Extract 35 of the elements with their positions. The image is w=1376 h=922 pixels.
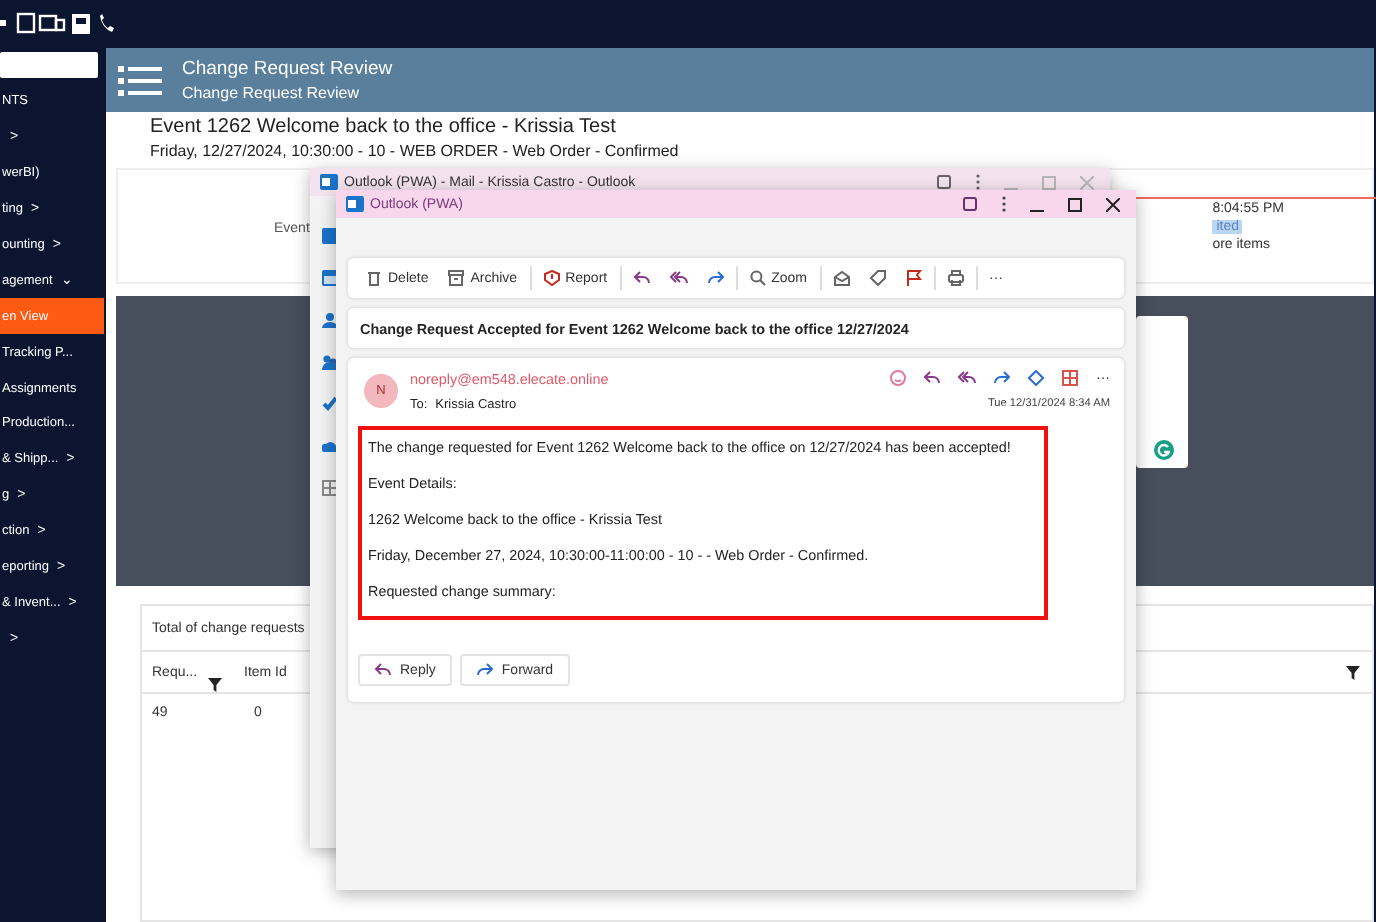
- reply-all-icon[interactable]: [958, 370, 976, 386]
- smiley-icon[interactable]: [890, 370, 906, 386]
- printer-icon: [947, 270, 963, 286]
- search-field[interactable]: [0, 52, 98, 78]
- event-title: Event 1262 Welcome back to the office - Krissia Test: [150, 116, 618, 138]
- mail-app-icon: [346, 196, 364, 212]
- people-icon[interactable]: [322, 312, 338, 328]
- mail-app-icon: [320, 174, 338, 190]
- filter-icon[interactable]: [1346, 665, 1360, 679]
- filter-icon[interactable]: [208, 678, 222, 692]
- diamond-icon[interactable]: [1028, 370, 1044, 386]
- reply-all-icon: [669, 270, 688, 286]
- g-icon: [1154, 440, 1174, 460]
- reply-icon: [633, 270, 650, 286]
- grid-icon[interactable]: [1062, 370, 1078, 386]
- page-subtitle: Change Request Review: [182, 84, 361, 102]
- zoom-icon: [749, 270, 766, 286]
- forward-icon: [707, 270, 724, 286]
- forward-icon[interactable]: [994, 370, 1010, 386]
- close-icon[interactable]: [1106, 197, 1120, 211]
- tag-icon: [869, 270, 885, 286]
- flag-icon: [905, 270, 921, 286]
- apps-icon[interactable]: [322, 480, 338, 496]
- cloud-icon[interactable]: [322, 438, 338, 454]
- envelope-icon: [833, 270, 849, 286]
- event-date: Friday, 12/27/2024, 10:30:00 - 10 - WEB ORDER - Web Order - Confirmed: [150, 142, 681, 160]
- reply-icon[interactable]: [924, 370, 940, 386]
- check-icon[interactable]: [322, 396, 338, 412]
- archive-icon: [448, 270, 465, 286]
- shield-icon: [543, 270, 560, 286]
- forward-icon: [475, 662, 494, 678]
- trash-icon: [366, 270, 382, 286]
- page-title: Change Request Review: [182, 58, 393, 80]
- reply-icon: [374, 662, 392, 678]
- list-icon: [118, 63, 162, 97]
